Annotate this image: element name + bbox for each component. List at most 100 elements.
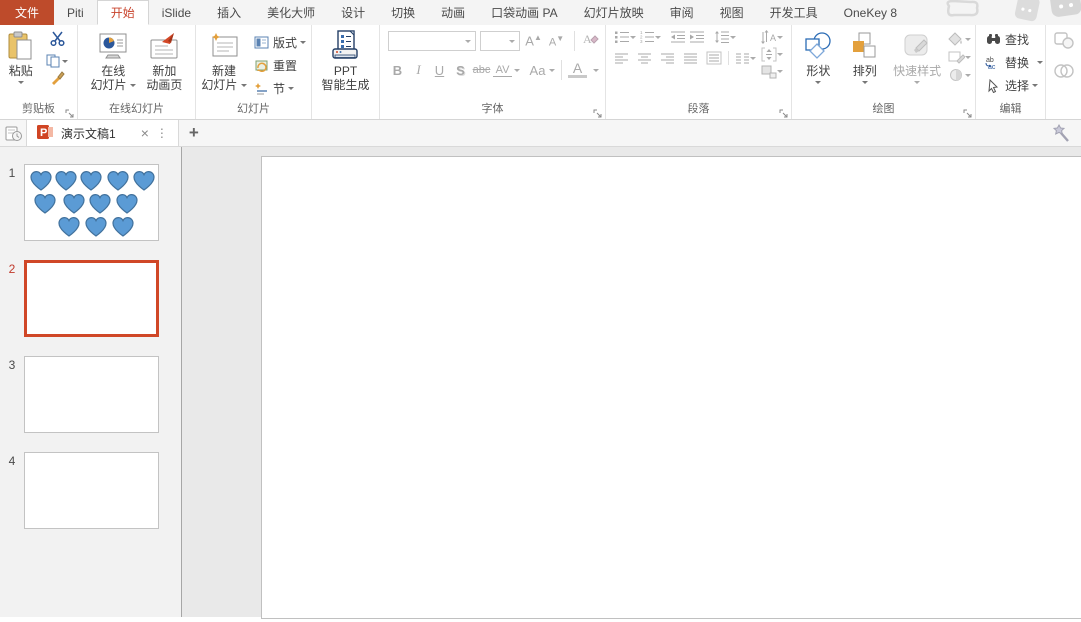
tab-islide[interactable]: iSlide [149,0,204,25]
slide-3-preview[interactable] [24,356,159,433]
align-left-button[interactable] [614,52,629,65]
new-document-tab-button[interactable]: + [179,120,209,146]
current-slide-surface[interactable] [261,156,1081,619]
align-center-button[interactable] [637,52,652,65]
arrange-button[interactable]: 排列 [843,28,887,102]
font-size-combobox[interactable] [480,31,520,51]
combine-shapes-icon[interactable] [1054,62,1074,85]
paragraph-dialog-launcher[interactable] [779,106,789,116]
tab-home[interactable]: 开始 [97,0,149,25]
italic-button[interactable]: I [409,62,428,78]
line-spacing-button[interactable] [714,30,736,44]
quick-styles-button[interactable]: 快速样式 [889,28,945,102]
section-button[interactable]: 节 [252,78,306,99]
separator [561,60,562,80]
svg-text:A: A [770,33,776,43]
new-slide-icon [209,30,239,62]
slide-thumbnail-3[interactable]: 3 [0,356,181,433]
select-icon [984,78,1002,94]
arrange-dropdown-icon [862,81,868,87]
close-document-icon[interactable]: × [141,125,149,141]
character-spacing-button[interactable]: AV [493,64,512,77]
layout-button[interactable]: 版式 [252,32,306,53]
new-animation-page-button[interactable]: 新加 动画页 [146,28,182,102]
select-button[interactable]: 选择 [984,75,1045,96]
group-online-slides: 在线 幻灯片 新加 动画页 在线幻灯片 [78,25,196,119]
drawing-dialog-launcher[interactable] [963,106,973,116]
font-name-combobox[interactable] [388,31,476,51]
font-dialog-launcher[interactable] [593,106,603,116]
justify-button[interactable] [683,52,698,65]
tab-review[interactable]: 审阅 [657,0,707,25]
drawing-group-label: 绘图 [792,102,975,119]
slide-thumbnail-2[interactable]: 2 [0,260,181,337]
decrease-font-size-button[interactable]: A▼ [547,34,566,49]
tab-transitions[interactable]: 切换 [378,0,428,25]
tab-design[interactable]: 设计 [328,0,378,25]
recent-documents-icon[interactable] [0,120,26,146]
slide-thumbnail-panel: 1 2 3 4 [0,147,182,617]
tab-beautify[interactable]: 美化大师 [254,0,328,25]
paste-button[interactable]: 粘贴 [2,28,39,102]
document-tab-bar: P 演示文稿1 × ⋮ + [0,120,1081,147]
columns-button[interactable] [735,52,756,65]
strikethrough-button[interactable]: abc [472,64,491,76]
replace-label: 替换 [1005,54,1029,71]
increase-indent-button[interactable] [689,30,705,44]
merge-shapes-icon[interactable] [1054,31,1074,54]
bullets-button[interactable] [614,30,636,44]
increase-font-size-button[interactable]: A▲ [524,33,543,48]
format-painter-icon[interactable] [50,71,65,90]
svg-text:P: P [40,127,47,139]
decrease-indent-button[interactable] [670,30,686,44]
tab-view[interactable]: 视图 [707,0,757,25]
new-animation-page-label-line1: 新加 [152,64,176,78]
slide-thumbnail-4[interactable]: 4 [0,452,181,529]
shape-outline-button[interactable] [948,50,971,64]
convert-to-smartart-button[interactable] [761,64,783,79]
slide-1-preview[interactable] [24,164,159,241]
quick-styles-label: 快速样式 [893,64,941,78]
change-case-button[interactable]: Aa [528,63,547,78]
tab-developer[interactable]: 开发工具 [757,0,831,25]
bold-button[interactable]: B [388,63,407,78]
underline-button[interactable]: U [430,63,449,78]
shapes-button[interactable]: 形状 [796,28,840,102]
group-editing: 查找 abac 替换 选择 编辑 [976,25,1046,119]
new-slide-button[interactable]: 新建 幻灯片 [198,28,250,102]
tab-pocket-animation[interactable]: 口袋动画 PA [478,0,570,25]
replace-button[interactable]: abac 替换 [984,52,1045,73]
tab-onekey[interactable]: OneKey 8 [831,0,910,25]
tab-more-options-icon[interactable]: ⋮ [156,126,168,140]
document-tab[interactable]: P 演示文稿1 × ⋮ [26,120,179,146]
find-button[interactable]: 查找 [984,29,1045,50]
tab-animations[interactable]: 动画 [428,0,478,25]
quick-styles-icon [902,30,932,62]
cut-icon[interactable] [49,31,66,51]
ppt-smart-generate-button[interactable]: PPT 智能生成 [321,28,369,119]
tab-file[interactable]: 文件 [0,0,54,25]
online-slides-button[interactable]: 在线 幻灯片 [91,28,136,102]
distribute-text-button[interactable] [706,51,722,65]
align-text-button[interactable] [761,47,783,62]
slide-2-preview-selected[interactable] [24,260,159,337]
copy-button[interactable] [46,54,68,68]
slide-thumbnail-1[interactable]: 1 [0,164,181,241]
text-direction-button[interactable]: A [761,30,783,45]
group-drawing: 形状 排列 快速样式 [792,25,976,119]
clipboard-dialog-launcher[interactable] [65,106,75,116]
clear-formatting-icon[interactable]: A [583,32,599,51]
reset-button[interactable]: 重置 [252,55,306,76]
magic-wand-icon[interactable] [1051,123,1073,150]
numbering-button[interactable]: 123 [639,30,661,44]
slide-4-preview[interactable] [24,452,159,529]
font-color-button[interactable]: A [568,62,587,78]
tab-piti[interactable]: Piti [54,0,97,25]
align-right-button[interactable] [660,52,675,65]
tab-insert[interactable]: 插入 [204,0,254,25]
shadow-button[interactable]: S [451,63,470,78]
editing-canvas[interactable] [182,147,1081,617]
tab-slideshow[interactable]: 幻灯片放映 [571,0,657,25]
shape-fill-button[interactable] [948,32,971,46]
shape-effects-button[interactable] [948,68,971,82]
